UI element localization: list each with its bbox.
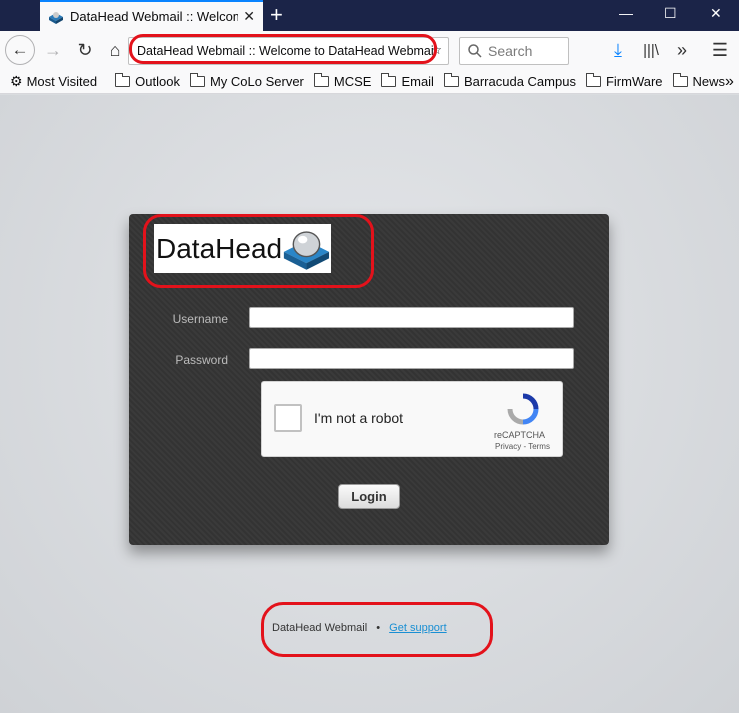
username-label: Username xyxy=(172,312,228,326)
username-field[interactable] xyxy=(249,307,574,328)
maximize-icon[interactable]: ☐ xyxy=(664,5,677,22)
password-label: Password xyxy=(175,353,228,367)
bookmark-barracuda-campus[interactable]: Barracuda Campus xyxy=(443,73,576,89)
new-tab-icon[interactable]: + xyxy=(270,2,283,28)
bookmarks-toolbar: ⚙ Most Visited Outlook My CoLo Server MC… xyxy=(0,70,739,94)
reload-icon[interactable]: ↻ xyxy=(70,35,100,65)
back-arrow-icon[interactable]: ← xyxy=(5,35,35,65)
minimize-icon[interactable]: — xyxy=(619,5,633,21)
get-support-link[interactable]: Get support xyxy=(389,622,446,634)
menu-icon[interactable]: ☰ xyxy=(705,35,735,65)
recaptcha-privacy-terms[interactable]: Privacy - Terms xyxy=(495,442,550,451)
roundcube-favicon-icon xyxy=(49,11,63,24)
recaptcha-checkbox[interactable] xyxy=(274,404,302,432)
gear-icon: ⚙ xyxy=(10,73,23,89)
password-field[interactable] xyxy=(249,348,574,369)
overflow-chevron-icon[interactable]: » xyxy=(667,35,697,65)
login-button[interactable]: Login xyxy=(338,484,400,509)
folder-icon xyxy=(313,73,329,87)
nav-toolbar: ← → ↻ ⌂ DataHead Webmail :: Welcome to D… xyxy=(0,31,739,70)
recaptcha-brand: reCAPTCHA xyxy=(494,430,546,440)
logo-text: DataHead xyxy=(156,232,283,264)
bookmark-my-colo-server[interactable]: My CoLo Server xyxy=(189,73,304,89)
bookmarks-overflow-icon[interactable]: » xyxy=(725,73,734,91)
forward-arrow-icon[interactable]: → xyxy=(38,35,68,65)
folder-icon xyxy=(115,73,131,87)
folder-icon xyxy=(672,73,688,87)
address-bar-text: DataHead Webmail :: Welcome to DataHead … xyxy=(137,44,437,58)
close-window-icon[interactable]: ✕ xyxy=(710,5,722,22)
footer-separator: • xyxy=(376,622,381,634)
library-icon[interactable]: |||\ xyxy=(636,35,666,65)
browser-tab[interactable]: DataHead Webmail :: Welcome to DataHead … xyxy=(40,0,263,31)
bookmark-news[interactable]: News xyxy=(672,73,725,89)
recaptcha-label: I'm not a robot xyxy=(314,410,404,426)
tab-close-icon[interactable]: ✕ xyxy=(243,8,255,25)
address-bar[interactable]: DataHead Webmail :: Welcome to DataHead … xyxy=(128,37,449,65)
bookmark-most-visited[interactable]: ⚙ Most Visited xyxy=(10,73,97,90)
folder-icon xyxy=(189,73,205,87)
recaptcha-logo-icon xyxy=(507,393,539,425)
footer-product-name: DataHead Webmail xyxy=(272,622,368,634)
folder-icon xyxy=(443,73,459,87)
search-input[interactable]: Search xyxy=(459,37,569,65)
tab-strip: DataHead Webmail :: Welcome to DataHead … xyxy=(0,0,739,31)
search-icon xyxy=(468,44,482,58)
home-icon[interactable]: ⌂ xyxy=(100,35,130,65)
folder-icon xyxy=(585,73,601,87)
search-placeholder: Search xyxy=(488,43,533,59)
downloads-icon[interactable]: ⤓ xyxy=(603,35,633,65)
bookmark-mcse[interactable]: MCSE xyxy=(313,73,371,89)
bookmark-outlook[interactable]: Outlook xyxy=(115,73,180,89)
datahead-logo: DataHead xyxy=(154,224,331,273)
bookmark-firmware[interactable]: FirmWare xyxy=(585,73,663,89)
roundcube-logo-icon xyxy=(283,230,330,270)
tab-title: DataHead Webmail :: Welcome to DataHead … xyxy=(70,9,238,24)
bookmark-email[interactable]: Email xyxy=(381,73,434,89)
footer: DataHead Webmail • Get support xyxy=(272,622,447,634)
folder-icon xyxy=(381,73,397,87)
bookmark-star-icon[interactable]: ☆ xyxy=(431,42,442,57)
